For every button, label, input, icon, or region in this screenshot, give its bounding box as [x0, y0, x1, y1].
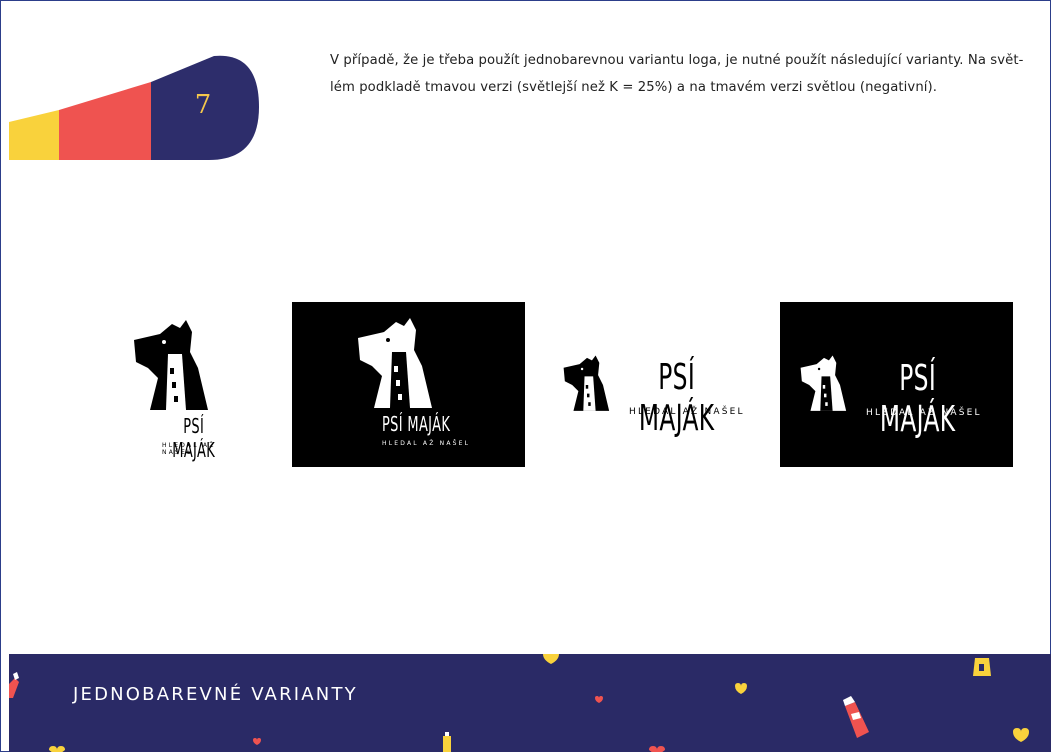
lighthouse-icon — [973, 658, 991, 676]
heart-icon — [649, 746, 665, 752]
dog-lighthouse-icon — [358, 318, 432, 408]
page-number: 7 — [194, 90, 212, 120]
logo-horizontal-dark: PSÍ MAJÁK HLEDAL AŽ NAŠEL — [555, 345, 765, 439]
footer-band: JEDNOBAREVNÉ VARIANTY — [9, 654, 1051, 752]
lighthouse-icon — [9, 672, 19, 698]
logo-wordmark: PSÍ MAJÁK — [879, 358, 956, 440]
logo-tagline: HLEDAL AŽ NAŠEL — [866, 408, 982, 418]
intro-paragraph: V případě, že je třeba použít jednobarev… — [330, 47, 1030, 101]
logo-horizontal-negative: PSÍ MAJÁK HLEDAL AŽ NAŠEL — [780, 302, 1013, 467]
dog-lighthouse-icon — [800, 355, 847, 411]
dog-lighthouse-icon — [134, 320, 208, 410]
logo-wordmark: PSÍ MAJÁK — [638, 357, 715, 439]
heart-icon — [735, 683, 747, 694]
heart-icon — [49, 746, 65, 752]
tab-stripe-red — [59, 82, 151, 160]
tab-stripe-yellow — [9, 110, 59, 160]
logo-tagline: HLEDAL AŽ NAŠEL — [162, 442, 216, 456]
page-number-tab — [9, 55, 259, 160]
logo-vertical-dark: PSÍ MAJÁK HLEDAL AŽ NAŠEL — [120, 318, 250, 462]
intro-line-2: lém podkladě tmavou verzi (světlejší než… — [330, 80, 938, 95]
heart-icon — [1013, 728, 1029, 742]
lighthouse-icon — [443, 732, 451, 752]
heart-icon — [595, 696, 603, 703]
section-title: JEDNOBAREVNÉ VARIANTY — [73, 684, 358, 705]
logo-tagline: HLEDAL AŽ NAŠEL — [629, 407, 745, 417]
heart-icon — [253, 738, 261, 745]
lighthouse-icon — [843, 696, 869, 738]
intro-line-1: V případě, že je třeba použít jednobarev… — [330, 53, 1024, 68]
logo-vertical-negative: PSÍ MAJÁK HLEDAL AŽ NAŠEL — [292, 302, 525, 467]
logo-wordmark: PSÍ MAJÁK — [382, 412, 451, 436]
heart-icon — [543, 654, 559, 664]
logo-tagline: HLEDAL AŽ NAŠEL — [382, 440, 471, 447]
dog-lighthouse-icon — [563, 355, 610, 411]
